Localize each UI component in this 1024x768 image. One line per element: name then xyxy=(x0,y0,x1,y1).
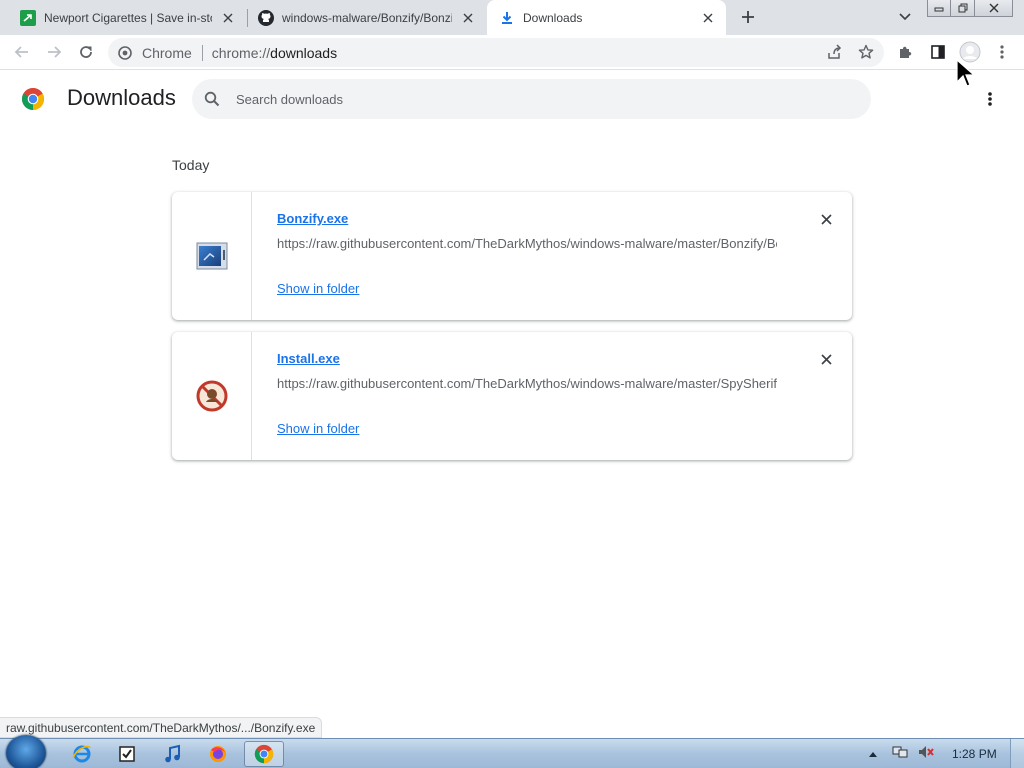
tab-newport[interactable]: Newport Cigarettes | Save in-stock xyxy=(0,0,246,35)
link-status-bubble: raw.githubusercontent.com/TheDarkMythos/… xyxy=(0,717,323,738)
firefox-icon[interactable] xyxy=(198,741,238,767)
remove-download-close-icon[interactable] xyxy=(816,349,836,369)
downloads-menu-icon[interactable] xyxy=(978,87,1002,111)
chrome-icon[interactable] xyxy=(244,741,284,767)
back-button[interactable] xyxy=(10,40,34,64)
tab-title: Downloads xyxy=(523,10,583,25)
extensions-puzzle-icon[interactable] xyxy=(894,40,918,64)
downloads-header: Downloads xyxy=(0,71,1024,127)
tab-close-icon[interactable] xyxy=(220,10,236,26)
url-path: downloads xyxy=(270,44,338,61)
new-tab-button[interactable] xyxy=(736,5,760,29)
omnibox-chip: Chrome xyxy=(142,44,192,61)
tab-title: Newport Cigarettes | Save in-stock xyxy=(44,10,212,25)
internet-explorer-icon[interactable] xyxy=(62,741,102,767)
download-item: Install.exe https://raw.githubuserconten… xyxy=(172,332,852,460)
newport-favicon-icon xyxy=(20,9,36,26)
restore-button[interactable] xyxy=(951,0,975,17)
file-icon-column xyxy=(172,332,252,460)
tab-downloads[interactable]: Downloads xyxy=(487,0,726,35)
remove-download-close-icon[interactable] xyxy=(816,209,836,229)
start-button[interactable] xyxy=(6,735,46,768)
download-source-url: https://raw.githubusercontent.com/TheDar… xyxy=(277,236,777,251)
tab-github[interactable]: windows-malware/Bonzify/Bonzify xyxy=(238,0,486,35)
side-panel-icon[interactable] xyxy=(926,40,950,64)
search-input[interactable] xyxy=(236,91,836,107)
system-tray xyxy=(862,739,1024,768)
show-desktop-button[interactable] xyxy=(1010,739,1024,768)
share-icon[interactable] xyxy=(822,40,846,64)
tab-strip: Newport Cigarettes | Save in-stock windo… xyxy=(0,0,1024,35)
minimize-button[interactable] xyxy=(927,0,951,17)
spysheriff-icon xyxy=(196,380,227,412)
show-hidden-icons-chevron-icon[interactable] xyxy=(868,745,878,763)
search-downloads-bar[interactable] xyxy=(192,79,871,119)
reload-button[interactable] xyxy=(74,40,98,64)
forward-button[interactable] xyxy=(42,40,66,64)
window-controls xyxy=(927,0,1013,18)
tasks-icon[interactable] xyxy=(107,741,147,767)
browser-toolbar: Chrome chrome://downloads xyxy=(0,35,1024,70)
exe-window-icon xyxy=(196,242,227,270)
bookmark-star-icon[interactable] xyxy=(854,40,878,64)
page-title: Downloads xyxy=(67,85,176,110)
itunes-icon[interactable] xyxy=(153,741,193,767)
mouse-cursor-icon xyxy=(956,58,976,87)
download-filename-link[interactable]: Bonzify.exe xyxy=(277,211,348,226)
show-in-folder-link[interactable]: Show in folder xyxy=(277,421,359,436)
chrome-site-icon xyxy=(118,45,134,61)
tab-close-icon[interactable] xyxy=(700,10,716,26)
address-bar[interactable]: Chrome chrome://downloads xyxy=(108,38,884,67)
omnibox-divider xyxy=(201,44,203,61)
section-date-heading: Today xyxy=(172,157,210,173)
chrome-menu-icon[interactable] xyxy=(990,40,1014,64)
tab-search-chevron-icon[interactable] xyxy=(893,7,917,27)
close-window-button[interactable] xyxy=(975,0,1013,17)
search-icon xyxy=(204,90,222,108)
download-filename-link[interactable]: Install.exe xyxy=(277,351,340,366)
tab-close-icon[interactable] xyxy=(460,10,476,26)
github-icon xyxy=(258,9,274,26)
chrome-logo-icon xyxy=(22,88,44,110)
windows-taskbar: 1:28 PM xyxy=(0,735,1024,768)
network-icon[interactable] xyxy=(892,745,908,764)
file-icon-column xyxy=(172,192,252,320)
taskbar-clock: 1:28 PM xyxy=(952,747,997,761)
url-scheme: chrome:// xyxy=(211,44,271,61)
download-source-url: https://raw.githubusercontent.com/TheDar… xyxy=(277,376,777,391)
tab-title: windows-malware/Bonzify/Bonzify xyxy=(282,10,452,25)
download-item: Bonzify.exe https://raw.githubuserconten… xyxy=(172,192,852,320)
download-icon xyxy=(499,10,515,26)
show-in-folder-link[interactable]: Show in folder xyxy=(277,281,359,296)
volume-muted-icon[interactable] xyxy=(918,745,934,764)
